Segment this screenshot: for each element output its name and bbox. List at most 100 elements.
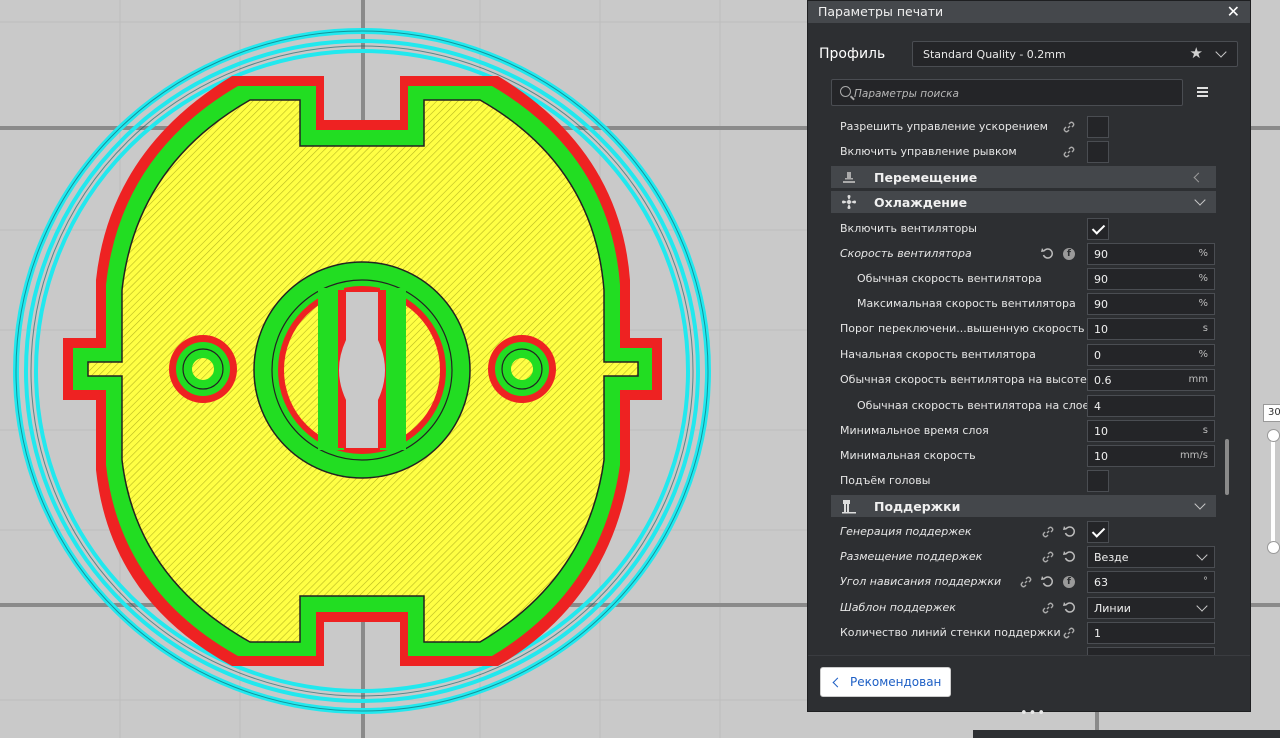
- setting-label: Включить управление рывком: [840, 145, 1017, 158]
- reset-icon[interactable]: [1063, 550, 1076, 563]
- recommended-label: Рекомендован: [850, 675, 942, 689]
- chevron-left-icon: [832, 677, 843, 688]
- settings-list[interactable]: Разрешить управление ускорением Включить…: [808, 115, 1250, 655]
- footer-divider: [808, 655, 1250, 656]
- panel-resize-handle[interactable]: •••: [1020, 706, 1046, 721]
- info-icon[interactable]: f: [1063, 248, 1075, 260]
- lift-head-checkbox[interactable]: [1087, 470, 1109, 492]
- category-label: Охлаждение: [874, 195, 968, 210]
- layer-slider-track[interactable]: [1271, 430, 1275, 550]
- reset-icon[interactable]: [1063, 525, 1076, 538]
- field-unit: mm/s: [1179, 450, 1208, 461]
- star-icon[interactable]: ★: [1190, 44, 1203, 62]
- field-unit: %: [1198, 298, 1208, 309]
- category-cooling[interactable]: Охлаждение: [831, 191, 1216, 213]
- link-icon[interactable]: [1063, 146, 1075, 158]
- setting-row: Обычная скорость вентилятора на слое 4: [808, 394, 1218, 419]
- acceleration-control-checkbox[interactable]: [1087, 116, 1109, 138]
- field-value: 1: [1094, 627, 1101, 640]
- jerk-control-checkbox[interactable]: [1087, 141, 1109, 163]
- setting-label: Генерация поддержек: [840, 525, 972, 538]
- support-pattern-select[interactable]: Линии: [1087, 597, 1215, 619]
- setting-label: Минимальная скорость: [840, 449, 976, 462]
- min-speed-input[interactable]: 10 mm/s: [1087, 445, 1215, 467]
- setting-label: Количество линий стенки поддержки: [840, 626, 1061, 639]
- setting-row: Включить управление рывком: [808, 140, 1218, 165]
- setting-label: Обычная скорость вентилятора на слое: [857, 399, 1090, 412]
- chevron-down-icon: [1194, 194, 1206, 206]
- setting-label: Размещение поддержек: [840, 550, 983, 563]
- chevron-down-icon: [1215, 46, 1227, 58]
- layer-slider-bottom-handle[interactable]: [1267, 541, 1280, 554]
- category-label: Поддержки: [874, 499, 961, 514]
- link-icon[interactable]: [1042, 602, 1054, 614]
- setting-row: [808, 646, 1218, 655]
- support-placement-select[interactable]: Везде: [1087, 546, 1215, 568]
- setting-label: Начальная скорость вентилятора: [840, 348, 1036, 361]
- chevron-down-icon: [1196, 600, 1208, 612]
- field-value: 10: [1094, 450, 1108, 463]
- min-layer-time-input[interactable]: 10 s: [1087, 420, 1215, 442]
- settings-scrollbar[interactable]: [1225, 439, 1229, 495]
- overhang-angle-input[interactable]: 63 °: [1087, 571, 1215, 593]
- category-travel[interactable]: Перемещение: [831, 166, 1216, 188]
- next-setting-input[interactable]: [1087, 647, 1215, 655]
- menu-icon[interactable]: [1197, 87, 1208, 97]
- setting-label: Максимальная скорость вентилятора: [857, 297, 1076, 310]
- search-icon: [840, 86, 851, 97]
- generate-support-checkbox[interactable]: [1087, 521, 1109, 543]
- fan-speed-layer-input[interactable]: 4: [1087, 395, 1215, 417]
- fan-threshold-input[interactable]: 10 s: [1087, 318, 1215, 340]
- setting-row: Подъём головы: [808, 469, 1218, 494]
- close-icon[interactable]: ✕: [1227, 2, 1240, 21]
- fan-speed-height-input[interactable]: 0.6 mm: [1087, 369, 1215, 391]
- bottom-toolbar: [973, 730, 1280, 738]
- fan-speed-input[interactable]: 90 %: [1087, 243, 1215, 265]
- regular-fan-speed-input[interactable]: 90 %: [1087, 268, 1215, 290]
- search-input[interactable]: [852, 84, 1176, 104]
- field-value: 10: [1094, 425, 1108, 438]
- category-label: Перемещение: [874, 170, 978, 185]
- reset-icon[interactable]: [1041, 247, 1054, 260]
- setting-row: Генерация поддержек: [808, 520, 1218, 545]
- field-value: 90: [1094, 248, 1108, 261]
- right-boss: [488, 335, 556, 403]
- field-value: Линии: [1094, 602, 1131, 615]
- link-icon[interactable]: [1020, 576, 1032, 588]
- field-value: 0.6: [1094, 374, 1112, 387]
- setting-label: Скорость вентилятора: [840, 247, 972, 260]
- field-unit: %: [1198, 349, 1208, 360]
- reset-icon[interactable]: [1041, 575, 1054, 588]
- info-icon[interactable]: f: [1063, 576, 1075, 588]
- panel-title: Параметры печати: [818, 4, 944, 19]
- layer-slider-top-handle[interactable]: [1267, 429, 1280, 442]
- setting-row: Шаблон поддержек Линии: [808, 596, 1218, 621]
- link-icon[interactable]: [1042, 551, 1054, 563]
- max-fan-speed-input[interactable]: 90 %: [1087, 293, 1215, 315]
- field-value: Везде: [1094, 551, 1129, 564]
- recommended-button[interactable]: Рекомендован: [820, 667, 951, 697]
- chevron-down-icon: [1194, 498, 1206, 510]
- setting-row: Начальная скорость вентилятора 0 %: [808, 343, 1218, 368]
- reset-icon[interactable]: [1063, 601, 1076, 614]
- search-box[interactable]: [831, 79, 1183, 106]
- enable-fans-checkbox[interactable]: [1087, 218, 1109, 240]
- support-wall-line-count-input[interactable]: 1: [1087, 622, 1215, 644]
- field-value: 4: [1094, 400, 1101, 413]
- initial-fan-speed-input[interactable]: 0 %: [1087, 344, 1215, 366]
- category-support[interactable]: Поддержки: [831, 495, 1216, 517]
- left-boss: [169, 335, 237, 403]
- profile-value: Standard Quality - 0.2mm: [923, 48, 1066, 61]
- fan-icon: [842, 195, 856, 209]
- profile-select[interactable]: Standard Quality - 0.2mm ★: [912, 41, 1238, 67]
- field-unit: %: [1198, 248, 1208, 259]
- setting-row: Порог переключени...вышенную скорость 10…: [808, 317, 1218, 342]
- setting-label: Обычная скорость вентилятора: [857, 272, 1042, 285]
- setting-row: Обычная скорость вентилятора 90 %: [808, 267, 1218, 292]
- panel-header: Параметры печати ✕: [808, 1, 1250, 23]
- link-icon[interactable]: [1063, 627, 1075, 639]
- link-icon[interactable]: [1042, 526, 1054, 538]
- setting-label: Разрешить управление ускорением: [840, 120, 1048, 133]
- link-icon[interactable]: [1063, 121, 1075, 133]
- setting-row: Включить вентиляторы: [808, 217, 1218, 242]
